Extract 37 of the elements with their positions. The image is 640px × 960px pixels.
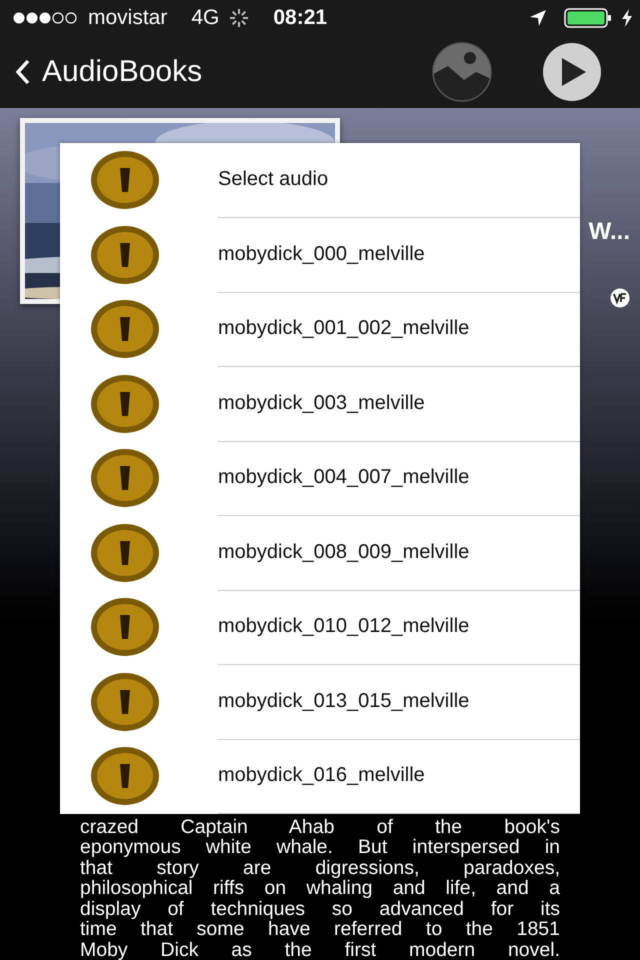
book-title: W... (588, 218, 630, 246)
keyhole-icon (90, 150, 160, 210)
battery-icon (564, 8, 612, 28)
menu-item[interactable]: mobydick_016_melville (218, 738, 580, 814)
keyhole-icon (90, 597, 160, 658)
menu-item[interactable]: mobydick_010_012_melville (218, 590, 580, 665)
menu-item[interactable]: mobydick_008_009_melville (218, 515, 580, 590)
description-line: Moby Dick as the first modern novel. (80, 940, 560, 960)
description-line: eponymous white whale. But interspersed in (80, 837, 560, 858)
network-type: 4G (191, 6, 220, 30)
menu-item[interactable]: Select audio (218, 142, 580, 218)
keyhole-icon (90, 224, 160, 285)
charging-icon (622, 9, 632, 27)
chevron-left-icon (16, 59, 30, 85)
keyhole-icon (90, 522, 160, 583)
menu-item[interactable]: mobydick_001_002_melville (218, 292, 580, 367)
back-button[interactable]: AudioBooks (16, 55, 202, 89)
clock: 08:21 (273, 6, 328, 30)
description-line: philosophical riffs on whaling and life, and a (80, 878, 560, 898)
keyhole-icon (90, 374, 160, 434)
loading-icon (229, 8, 250, 28)
keyhole-icon (90, 299, 160, 360)
menu-item[interactable]: mobydick_003_melville (218, 366, 580, 442)
location-icon (530, 10, 546, 26)
carrier-name: movistar (88, 6, 168, 30)
menu-item[interactable]: mobydick_004_007_melville (218, 440, 580, 516)
signal-icon (12, 11, 78, 25)
keyhole-icon (90, 448, 160, 508)
description-line: time that some have referred to the 1851 (80, 919, 560, 940)
description-line: display of techniques so advanced for its (80, 898, 560, 919)
logo-icon (610, 288, 630, 308)
description-line: that story are digressions, paradoxes, (80, 858, 560, 878)
menu-item[interactable]: mobydick_013_015_melville (218, 664, 580, 740)
menu-item[interactable]: mobydick_000_melville (218, 217, 580, 292)
description-line: crazed Captain Ahab of the book's (80, 816, 560, 837)
keyhole-icon (90, 746, 160, 806)
keyhole-icon (90, 672, 160, 732)
